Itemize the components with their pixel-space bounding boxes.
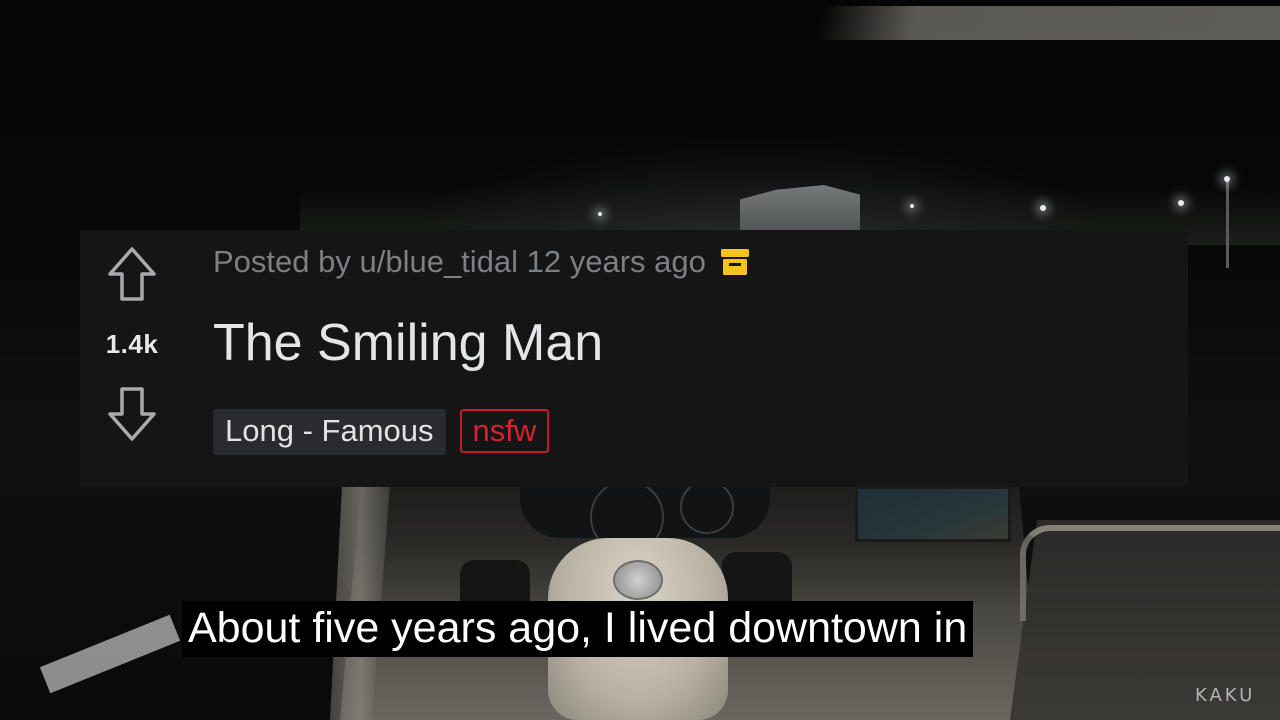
post-meta: Posted by u/blue_tidal 12 years ago	[213, 244, 750, 280]
posted-by-text: Posted by u/blue_tidal 12 years ago	[213, 244, 706, 279]
channel-watermark: KAKU	[1195, 685, 1256, 706]
street-lamp	[1224, 176, 1230, 182]
flair-row: Long - Famous nsfw	[213, 409, 550, 455]
cab-side-rim	[1020, 525, 1280, 621]
street-lamp	[598, 212, 602, 216]
street-lamp	[1040, 205, 1046, 211]
archive-box-icon	[720, 249, 749, 275]
vote-column: 1.4k	[80, 230, 184, 487]
upvote-arrow-icon[interactable]	[107, 246, 157, 302]
rpm-gauge	[680, 480, 734, 534]
navigation-screen	[855, 486, 1011, 542]
volvo-logo-icon	[613, 560, 663, 600]
street-lamp	[1178, 200, 1184, 206]
road-marking	[39, 614, 181, 694]
reddit-post-card[interactable]: 1.4k Posted by u/blue_tidal 12 years ago…	[80, 230, 1188, 487]
nsfw-badge: nsfw	[459, 409, 550, 453]
downvote-arrow-icon[interactable]	[107, 386, 157, 442]
light-pole	[1226, 178, 1229, 268]
street-lamp	[910, 204, 914, 208]
cab-roof-trim	[816, 6, 1280, 40]
subtitle-caption: About five years ago, I lived downtown i…	[182, 601, 974, 657]
post-title[interactable]: The Smiling Man	[213, 313, 603, 373]
post-flair[interactable]: Long - Famous	[213, 409, 446, 455]
vote-score: 1.4k	[105, 329, 159, 359]
